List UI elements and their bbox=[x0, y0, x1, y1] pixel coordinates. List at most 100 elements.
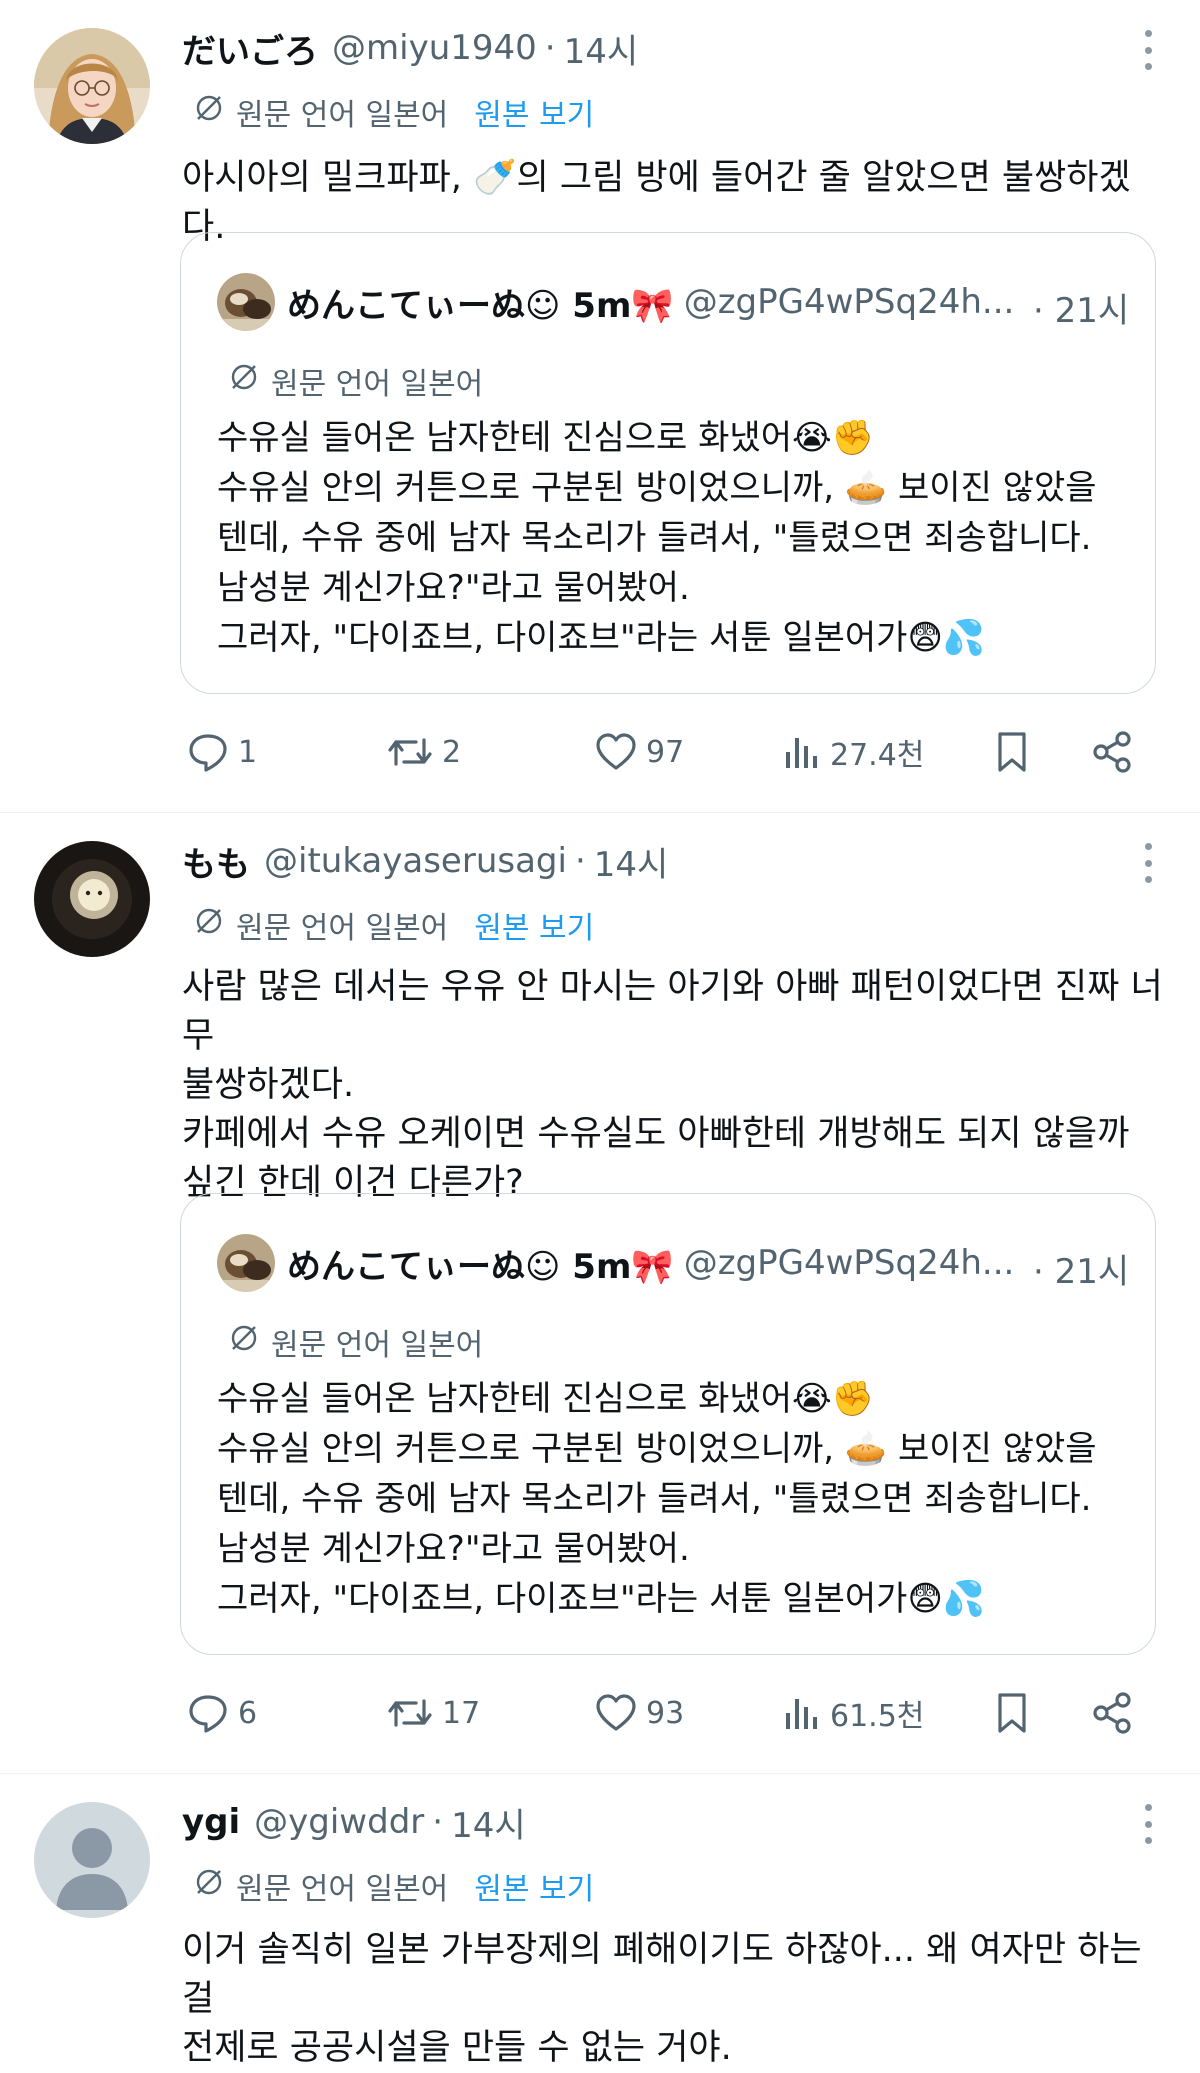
action-bar: 1 2 97 27.4천 bbox=[180, 722, 1140, 782]
tweet-text-line: 카페에서 수유 오케이면 수유실도 아빠한테 개방해도 되지 않을까 bbox=[182, 1114, 1130, 1154]
view-original-link[interactable]: 원본 보기 bbox=[474, 1864, 594, 1908]
share-button[interactable] bbox=[1090, 722, 1134, 782]
separator-dot: · bbox=[544, 28, 556, 68]
retweet-button[interactable]: 2 bbox=[386, 722, 461, 782]
reply-count: 1 bbox=[238, 734, 258, 770]
quoted-tweet[interactable]: めんこてぃーぬ☺︎ 5m🎀 @zgPG4wPSq24h... · 21시 원문 … bbox=[180, 232, 1156, 694]
quote-timestamp: · 21시 bbox=[1033, 1252, 1130, 1292]
quote-translation-label: 원문 언어 일본어 bbox=[271, 1328, 484, 1363]
quote-text-line: 수유실 안의 커튼으로 구분된 방이었으니까, 🥧 보이진 않았을 bbox=[217, 1429, 1097, 1469]
user-handle[interactable]: @itukayaserusagi bbox=[264, 841, 567, 881]
share-icon bbox=[1090, 730, 1134, 774]
tweet-text: 이거 솔직히 일본 가부장제의 폐해이기도 하잖아... 왜 여자만 하는 걸 … bbox=[182, 1926, 1172, 2073]
display-name[interactable]: ygi bbox=[182, 1802, 240, 1842]
tweet-text-line: 이거 솔직히 일본 가부장제의 폐해이기도 하잖아... 왜 여자만 하는 걸 bbox=[182, 1930, 1142, 2019]
translation-bar: 원문 언어 일본어 원본 보기 bbox=[194, 1864, 594, 1908]
quote-text-line: 그러자, "다이죠브, 다이죠브"라는 서툰 일본어가😨💦 bbox=[217, 618, 986, 658]
quote-translation-bar: 원문 언어 일본어 bbox=[229, 1320, 483, 1364]
display-name[interactable]: もも bbox=[182, 837, 250, 886]
quote-text: 수유실 들어온 남자한테 진심으로 화냈어😭✊ 수유실 안의 커튼으로 구분된 … bbox=[217, 413, 1137, 663]
quote-translation-bar: 원문 언어 일본어 bbox=[229, 359, 483, 403]
avatar[interactable] bbox=[34, 1802, 150, 1918]
quote-avatar bbox=[217, 273, 275, 331]
share-icon bbox=[1090, 1691, 1134, 1735]
quote-text-line: 수유실 안의 커튼으로 구분된 방이었으니까, 🥧 보이진 않았을 bbox=[217, 468, 1097, 508]
view-original-link[interactable]: 원본 보기 bbox=[474, 90, 594, 134]
views-button[interactable]: 61.5천 bbox=[782, 1683, 924, 1743]
timestamp[interactable]: 14시 bbox=[451, 1798, 526, 1847]
tweet-text-line: 불쌍하겠다. bbox=[182, 1065, 355, 1105]
separator-dot: · bbox=[574, 841, 586, 881]
quote-timestamp: · 21시 bbox=[1033, 291, 1130, 331]
retweet-count: 2 bbox=[442, 734, 462, 770]
tweet-2[interactable]: もも @itukayaserusagi · 14시 원문 언어 일본어 원본 보… bbox=[0, 813, 1200, 1773]
translation-label: 원문 언어 일본어 bbox=[236, 98, 449, 133]
reply-icon bbox=[186, 1691, 230, 1735]
retweet-button[interactable]: 17 bbox=[386, 1683, 480, 1743]
avatar[interactable] bbox=[34, 841, 150, 957]
tweet-header: ygi @ygiwddr · 14시 bbox=[182, 1796, 526, 1848]
quote-text-line: 텐데, 수유 중에 남자 목소리가 들려서, "틀렸으면 죄송합니다. bbox=[217, 1479, 1092, 1519]
translate-icon bbox=[194, 93, 224, 131]
quote-header: めんこてぃーぬ☺︎ 5m🎀 @zgPG4wPSq24h... bbox=[287, 1234, 1014, 1292]
reply-button[interactable]: 6 bbox=[186, 1683, 257, 1743]
quote-text-line: 수유실 들어온 남자한테 진심으로 화냈어😭✊ bbox=[217, 1379, 875, 1419]
translate-icon bbox=[229, 1323, 259, 1361]
quote-text-line: 그러자, "다이죠브, 다이죠브"라는 서툰 일본어가😨💦 bbox=[217, 1579, 986, 1619]
translation-bar: 원문 언어 일본어 원본 보기 bbox=[194, 903, 594, 947]
bookmark-button[interactable] bbox=[992, 1683, 1032, 1743]
tweet-text-line: 사람 많은 데서는 우유 안 마시는 아기와 아빠 패턴이었다면 진짜 너무 bbox=[182, 967, 1163, 1056]
bookmark-button[interactable] bbox=[992, 722, 1032, 782]
action-bar: 6 17 93 61.5천 bbox=[180, 1683, 1140, 1743]
more-options-icon[interactable] bbox=[1140, 30, 1156, 70]
quote-user-handle: @zgPG4wPSq24h... bbox=[683, 1243, 1015, 1283]
retweet-count: 17 bbox=[442, 1695, 481, 1731]
reply-count: 6 bbox=[238, 1695, 258, 1731]
view-original-link[interactable]: 원본 보기 bbox=[474, 903, 594, 947]
retweet-icon bbox=[386, 1691, 434, 1735]
user-handle[interactable]: @ygiwddr bbox=[254, 1802, 424, 1842]
more-options-icon[interactable] bbox=[1140, 1804, 1156, 1844]
quote-text-line: 남성분 계신가요?"라고 물어봤어. bbox=[217, 568, 690, 608]
quote-text-line: 남성분 계신가요?"라고 물어봤어. bbox=[217, 1529, 690, 1569]
translate-icon bbox=[194, 906, 224, 944]
tweet-3[interactable]: ygi @ygiwddr · 14시 원문 언어 일본어 원본 보기 이거 솔직… bbox=[0, 1774, 1200, 2068]
timestamp[interactable]: 14시 bbox=[564, 24, 639, 73]
tweet-1[interactable]: だいごろ @miyu1940 · 14시 원문 언어 일본어 원본 보기 아시아… bbox=[0, 0, 1200, 812]
more-options-icon[interactable] bbox=[1140, 843, 1156, 883]
like-button[interactable]: 97 bbox=[594, 722, 684, 782]
views-icon bbox=[782, 1691, 822, 1735]
tweet-text-line: 전제로 공공시설을 만들 수 없는 거야. bbox=[182, 2028, 732, 2068]
bookmark-icon bbox=[992, 730, 1032, 774]
like-icon bbox=[594, 730, 638, 774]
quote-display-name: めんこてぃーぬ☺︎ 5m🎀 bbox=[287, 1246, 674, 1287]
avatar[interactable] bbox=[34, 28, 150, 144]
like-count: 97 bbox=[646, 734, 685, 770]
retweet-icon bbox=[386, 730, 434, 774]
views-icon bbox=[782, 730, 822, 774]
tweet-header: だいごろ @miyu1940 · 14시 bbox=[182, 22, 638, 74]
quote-user-handle: @zgPG4wPSq24h... bbox=[683, 282, 1015, 322]
views-button[interactable]: 27.4천 bbox=[782, 722, 924, 782]
quote-text-line: 텐데, 수유 중에 남자 목소리가 들려서, "틀렸으면 죄송합니다. bbox=[217, 518, 1092, 558]
quote-display-name: めんこてぃーぬ☺︎ 5m🎀 bbox=[287, 285, 674, 326]
user-handle[interactable]: @miyu1940 bbox=[332, 28, 537, 68]
quote-avatar bbox=[217, 1234, 275, 1292]
quote-text: 수유실 들어온 남자한테 진심으로 화냈어😭✊ 수유실 안의 커튼으로 구분된 … bbox=[217, 1374, 1137, 1624]
timestamp[interactable]: 14시 bbox=[594, 837, 669, 886]
like-count: 93 bbox=[646, 1695, 685, 1731]
separator-dot: · bbox=[432, 1802, 444, 1842]
quote-text-line: 수유실 들어온 남자한테 진심으로 화냈어😭✊ bbox=[217, 418, 875, 458]
tweet-header: もも @itukayaserusagi · 14시 bbox=[182, 835, 668, 887]
like-icon bbox=[594, 1691, 638, 1735]
quoted-tweet[interactable]: めんこてぃーぬ☺︎ 5m🎀 @zgPG4wPSq24h... · 21시 원문 … bbox=[180, 1193, 1156, 1655]
translation-bar: 원문 언어 일본어 원본 보기 bbox=[194, 90, 594, 134]
translation-label: 원문 언어 일본어 bbox=[236, 1872, 449, 1907]
share-button[interactable] bbox=[1090, 1683, 1134, 1743]
like-button[interactable]: 93 bbox=[594, 1683, 684, 1743]
reply-button[interactable]: 1 bbox=[186, 722, 257, 782]
quote-header: めんこてぃーぬ☺︎ 5m🎀 @zgPG4wPSq24h... bbox=[287, 273, 1014, 331]
view-count: 61.5천 bbox=[830, 1699, 925, 1734]
display-name[interactable]: だいごろ bbox=[182, 24, 318, 73]
translate-icon bbox=[229, 362, 259, 400]
